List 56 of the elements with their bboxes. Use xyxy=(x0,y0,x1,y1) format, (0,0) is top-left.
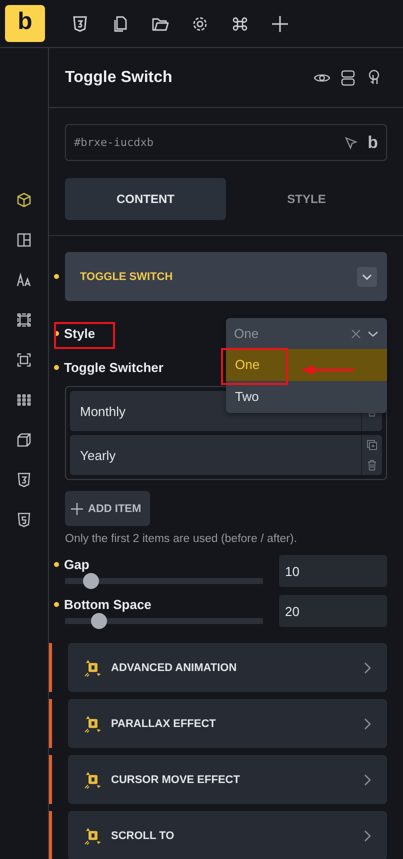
highlight-box xyxy=(54,322,115,349)
layers-icon[interactable] xyxy=(339,68,357,86)
grid-icon[interactable] xyxy=(16,392,32,408)
plus-icon[interactable] xyxy=(270,14,290,34)
html-icon[interactable] xyxy=(16,512,32,528)
typography-icon[interactable] xyxy=(16,272,32,288)
trash-icon[interactable] xyxy=(366,459,378,471)
number-field[interactable]: 10 xyxy=(279,555,387,587)
box3d-icon[interactable] xyxy=(16,432,32,448)
brand-badge[interactable]: b xyxy=(368,132,378,152)
cube-icon[interactable] xyxy=(16,192,32,208)
bullet-dot xyxy=(54,364,59,370)
add-item-button[interactable]: ADD ITEM xyxy=(65,491,150,526)
bullet-dot xyxy=(54,274,59,279)
css-icon[interactable] xyxy=(16,472,32,488)
accordion-header[interactable]: SCROLL TO xyxy=(68,811,387,859)
annotation-arrow xyxy=(300,364,356,376)
select-value: One xyxy=(234,326,260,341)
slider-thumb[interactable] xyxy=(90,613,107,629)
layout-icon[interactable] xyxy=(16,232,32,248)
id-field[interactable]: #brxe-iucdxb b xyxy=(65,124,387,161)
help-text: Only the first 2 items are used (before / after). xyxy=(65,532,298,547)
duplicate-icon[interactable] xyxy=(366,439,378,451)
css3-icon[interactable] xyxy=(70,14,90,34)
chevron-right-icon xyxy=(363,718,373,730)
collapse-button[interactable] xyxy=(357,266,377,286)
tab[interactable]: STYLE xyxy=(226,178,387,220)
clear-icon[interactable] xyxy=(351,328,361,338)
number-field[interactable]: 20 xyxy=(279,595,387,627)
plugin-icon xyxy=(83,714,103,734)
chevron-right-icon xyxy=(363,774,373,786)
dropdown-option[interactable]: One xyxy=(226,349,387,381)
panel-title: Toggle Switch xyxy=(65,68,172,86)
plugin-icon xyxy=(83,826,103,846)
logo-button[interactable]: b xyxy=(5,5,45,42)
field-label: Toggle Switcher xyxy=(64,360,164,374)
bullet-dot xyxy=(54,602,59,606)
chevron-right-icon xyxy=(363,662,373,674)
plus-icon xyxy=(71,502,83,514)
plugin-icon xyxy=(83,658,103,678)
accordion-header[interactable]: ADVANCED ANIMATION xyxy=(68,643,387,692)
field-label: Style xyxy=(64,326,96,340)
spacing-icon[interactable] xyxy=(16,312,32,328)
field-label: Bottom Space xyxy=(64,596,152,612)
cursor-icon[interactable] xyxy=(344,136,358,150)
accordion-header[interactable]: CURSOR MOVE EFFECT xyxy=(68,755,387,804)
field-label: Gap xyxy=(64,556,90,572)
slider-thumb[interactable] xyxy=(82,573,99,589)
section-header[interactable]: TOGGLE SWITCH xyxy=(65,252,387,301)
bullet-dot xyxy=(54,562,59,566)
accordion-header[interactable]: PARALLAX EFFECT xyxy=(68,699,387,748)
tab[interactable]: CONTENT xyxy=(65,178,226,220)
chevron-right-icon xyxy=(363,830,373,842)
highlight-box xyxy=(221,348,288,385)
plugin-icon xyxy=(83,770,103,790)
frame-icon[interactable] xyxy=(16,352,32,368)
